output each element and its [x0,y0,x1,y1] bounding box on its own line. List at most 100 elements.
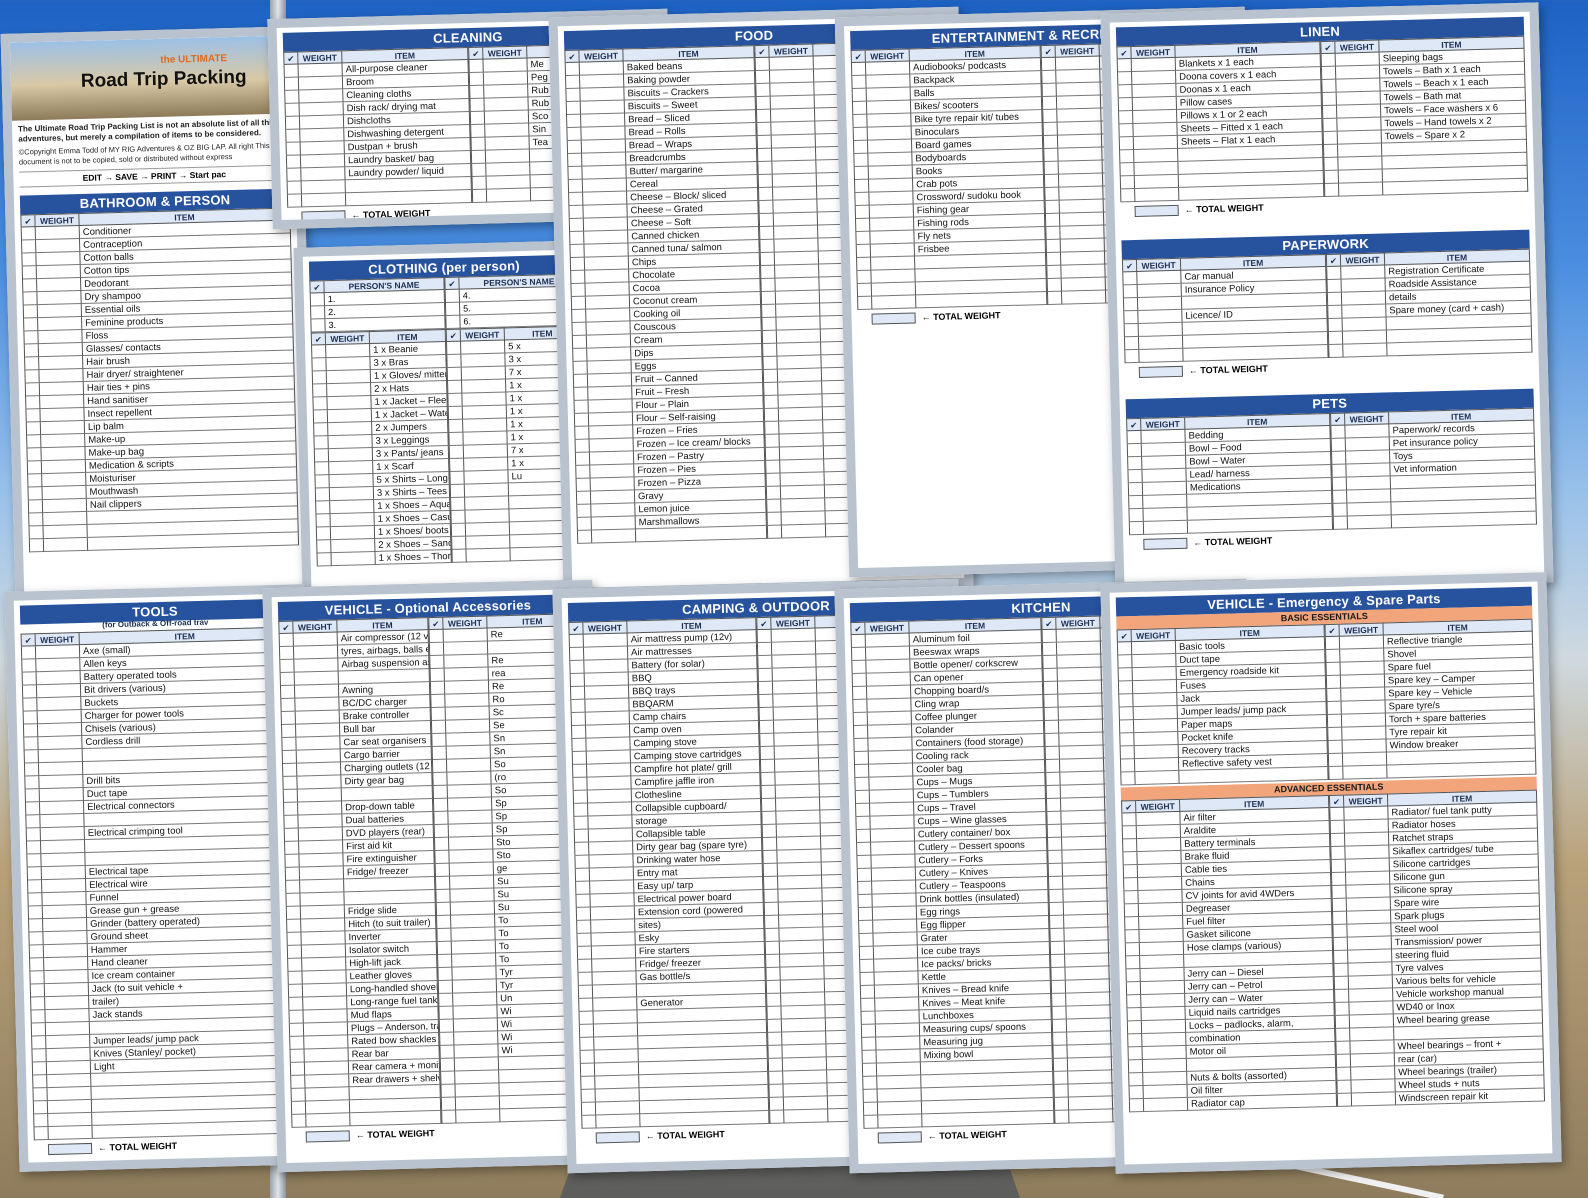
weight-cell[interactable] [328,434,373,450]
weight-cell[interactable] [38,316,83,332]
checkbox-cell[interactable] [286,142,301,156]
checkbox-cell[interactable] [431,720,447,735]
checkbox-cell[interactable] [571,699,586,713]
checkbox-cell[interactable] [566,101,582,116]
weight-cell[interactable] [1143,1071,1188,1086]
weight-cell[interactable] [866,74,911,89]
checkbox-cell[interactable] [758,668,773,683]
weight-cell[interactable] [877,1075,922,1090]
weight-cell[interactable] [1136,824,1182,840]
checkbox-cell[interactable] [1052,1019,1068,1033]
weight-cell[interactable] [586,308,631,323]
checkbox-cell[interactable] [280,659,295,673]
total-weight-input[interactable] [1138,365,1184,378]
checkbox-cell[interactable] [1119,694,1134,708]
weight-cell[interactable] [297,788,343,803]
weight-cell[interactable] [37,278,82,293]
weight-cell[interactable] [1061,290,1107,305]
weight-cell[interactable] [446,745,491,760]
weight-cell[interactable] [585,698,630,713]
checkbox-cell[interactable] [1053,1032,1068,1046]
weight-cell[interactable] [484,110,530,125]
weight-cell[interactable] [1066,992,1111,1007]
weight-cell[interactable] [586,321,631,336]
checkbox-cell[interactable] [437,928,452,942]
weight-cell[interactable] [589,425,634,440]
weight-cell[interactable] [1339,635,1385,650]
checkbox-cell[interactable] [314,423,329,437]
weight-cell[interactable] [1059,186,1104,201]
weight-cell[interactable] [330,525,376,541]
checkbox-cell[interactable] [572,738,587,752]
checkbox-cell[interactable] [767,1019,783,1033]
weight-cell[interactable] [579,61,624,76]
weight-cell[interactable] [1058,173,1104,188]
checkbox-cell[interactable] [284,802,299,816]
weight-cell[interactable] [295,723,341,738]
checkbox-cell[interactable] [287,194,303,208]
weight-cell[interactable] [1141,1019,1187,1034]
checkbox-cell[interactable] [1326,675,1342,690]
weight-cell[interactable] [874,984,920,999]
checkbox-cell[interactable] [567,114,582,129]
weight-cell[interactable] [1058,719,1104,734]
checkbox-cell[interactable] [445,302,461,317]
checkbox-cell[interactable] [573,777,588,791]
checkbox-cell[interactable] [316,527,332,541]
weight-cell[interactable] [592,958,637,973]
checkbox-cell[interactable] [1052,993,1067,1007]
weight-cell[interactable] [1133,109,1178,125]
weight-cell[interactable] [463,418,508,433]
weight-cell[interactable] [868,178,914,193]
checkbox-cell[interactable] [570,231,585,245]
checkbox-cell[interactable] [854,725,869,740]
checkbox-cell[interactable] [1042,70,1057,85]
checkbox-cell[interactable] [1051,967,1066,981]
checkbox-cell[interactable] [1050,915,1065,929]
weight-cell[interactable] [46,1034,91,1050]
checkbox-cell[interactable] [1334,976,1350,990]
weight-cell[interactable] [1143,520,1189,535]
weight-cell[interactable] [1140,954,1185,970]
checkbox-cell[interactable] [764,382,779,396]
weight-cell[interactable] [777,342,822,357]
weight-cell[interactable] [869,763,914,778]
checkbox-cell[interactable] [1331,859,1346,873]
checkbox-cell[interactable] [22,240,37,254]
weight-cell[interactable] [866,659,911,674]
weight-cell[interactable] [779,914,824,929]
weight-cell[interactable] [445,693,490,708]
checkbox-cell[interactable] [856,231,871,245]
total-weight-input[interactable] [871,311,916,325]
weight-cell[interactable] [782,1057,828,1072]
checkbox-cell[interactable] [470,85,485,99]
weight-cell[interactable] [294,684,340,699]
checkbox-cell[interactable] [26,409,41,423]
checkbox-cell[interactable] [578,972,593,986]
checkbox-cell[interactable] [25,370,40,384]
checkbox-cell[interactable] [437,941,453,955]
weight-cell[interactable] [769,56,814,71]
weight-cell[interactable] [589,438,634,453]
weight-cell[interactable] [589,854,634,869]
checkbox-cell[interactable] [855,790,871,804]
weight-cell[interactable] [591,516,636,531]
weight-cell[interactable] [777,355,822,370]
checkbox-cell[interactable] [570,244,585,258]
weight-cell[interactable] [461,353,506,368]
checkbox-cell[interactable] [315,488,331,502]
checkbox-cell[interactable] [23,279,38,293]
weight-cell[interactable] [770,95,815,110]
weight-cell[interactable] [868,737,913,752]
weight-cell[interactable] [1336,104,1382,119]
checkbox-cell[interactable] [581,1102,597,1116]
weight-cell[interactable] [304,1048,349,1063]
weight-cell[interactable] [1132,653,1177,669]
weight-cell[interactable] [39,775,84,790]
weight-cell[interactable] [581,139,627,154]
checkbox-cell[interactable] [28,893,43,907]
checkbox-cell[interactable] [429,642,445,657]
checkbox-cell[interactable] [441,1084,456,1098]
weight-cell[interactable] [38,329,83,345]
checkbox-cell[interactable] [1331,438,1347,452]
